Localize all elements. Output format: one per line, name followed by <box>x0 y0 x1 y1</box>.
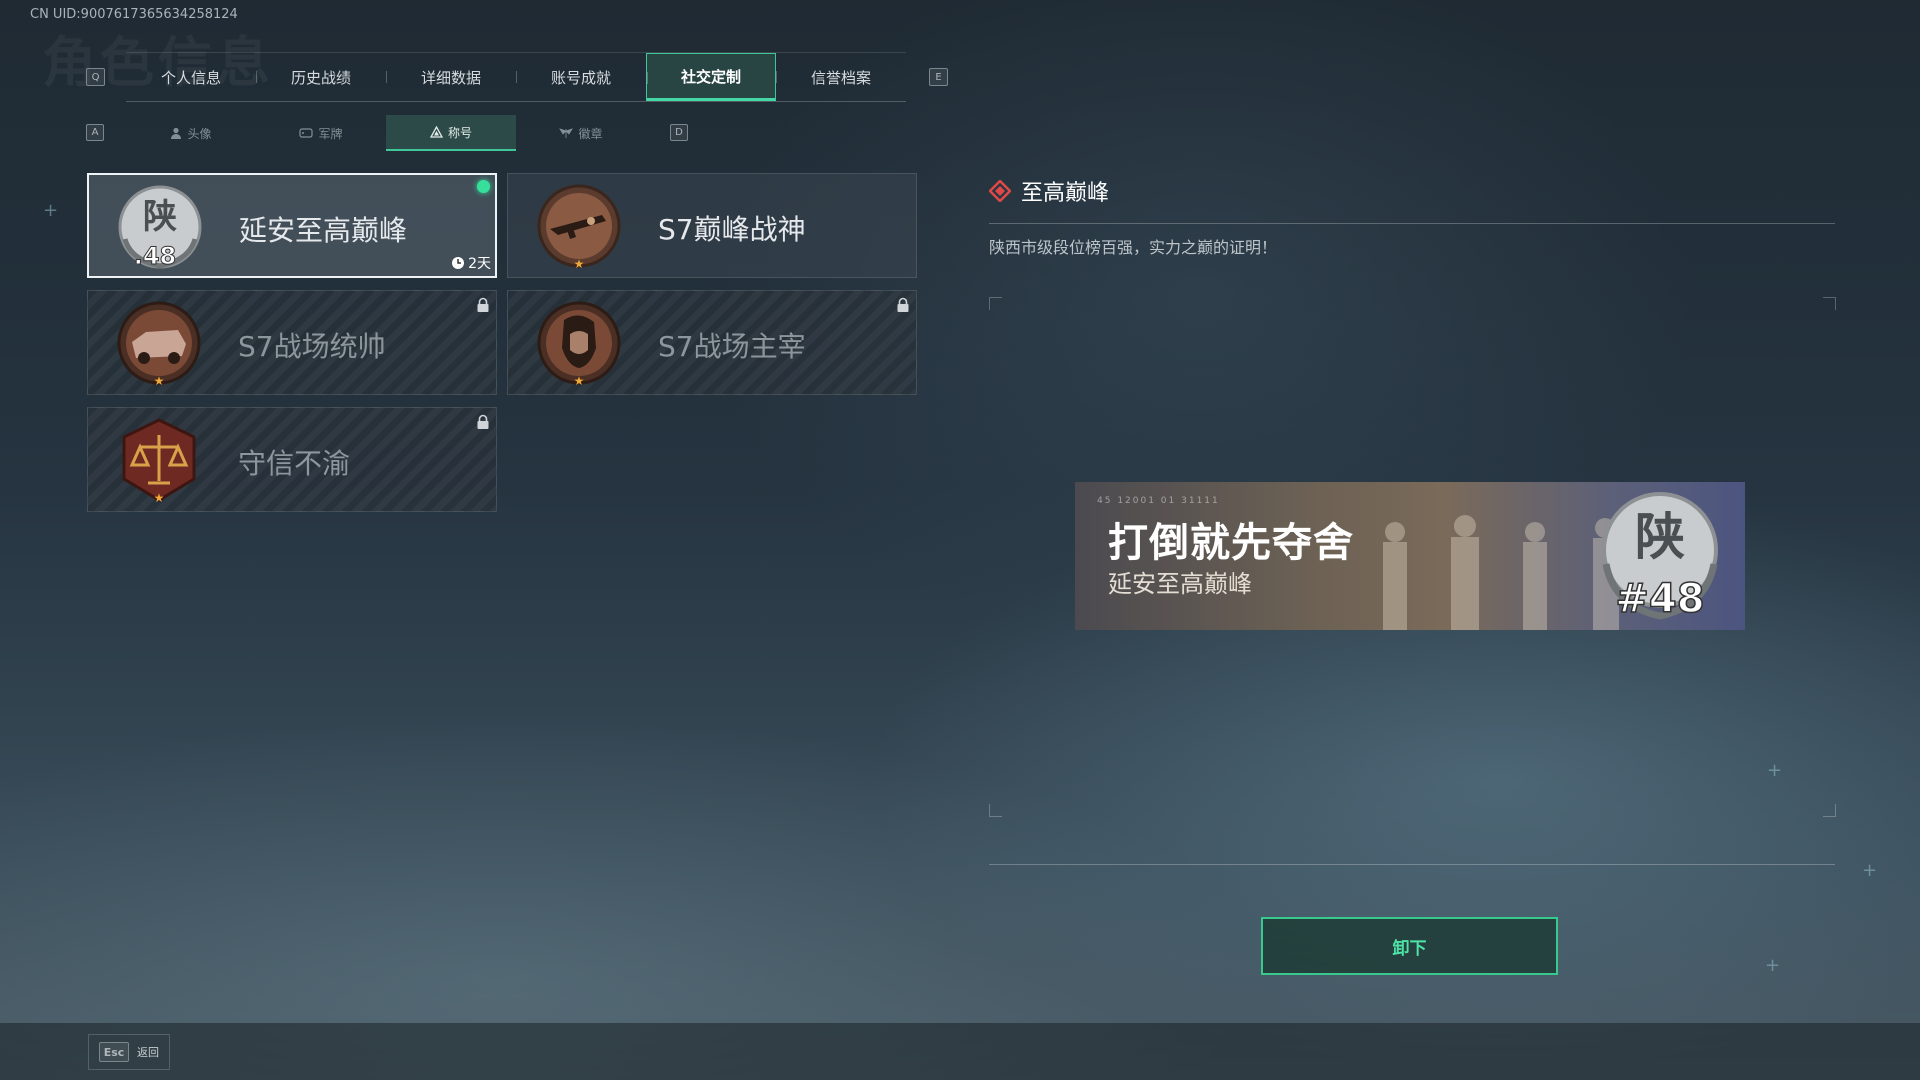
star-icon: ★ <box>153 491 165 505</box>
person-icon <box>171 127 182 139</box>
prev-subtab-key[interactable]: A <box>86 124 104 141</box>
svg-text:陕: 陕 <box>1635 507 1685 566</box>
dogtag-icon <box>299 128 314 138</box>
frame-corner <box>1823 297 1836 310</box>
title-card-keep-faith[interactable]: ★ 守信不渝 <box>87 407 497 512</box>
title-name: S7巅峰战神 <box>658 213 806 246</box>
detail-description: 陕西市级段位榜百强，实力之巅的证明！ <box>989 238 1278 257</box>
detail-title: 至高巅峰 <box>989 175 1109 207</box>
wings-icon <box>559 128 574 138</box>
title-name: 守信不渝 <box>238 447 351 480</box>
unequip-button[interactable]: 卸下 <box>1261 917 1558 975</box>
triangle-icon <box>429 126 443 138</box>
esc-key: Esc <box>99 1042 129 1062</box>
diamond-icon <box>989 180 1011 202</box>
subtab-label: 军牌 <box>318 126 343 141</box>
prev-tab-key[interactable]: Q <box>86 68 105 86</box>
title-card-s7-commander[interactable]: ★ S7战场统帅 <box>87 290 497 395</box>
title-name: S7战场主宰 <box>658 330 806 363</box>
subtab-label: 徽章 <box>578 126 603 141</box>
lock-icon <box>477 297 489 312</box>
tab-personal-info[interactable]: 个人信息 <box>126 53 256 101</box>
back-label: 返回 <box>137 1046 159 1059</box>
bottom-bar <box>0 1023 1920 1080</box>
decor-plus-icon: + <box>1767 760 1783 781</box>
shaanxi-rank-badge-icon: 陕 .48 <box>118 185 202 270</box>
top-tab-bar: Q 个人信息 历史战绩 详细数据 账号成就 社交定制 信誉档案 E <box>86 52 948 102</box>
title-name: S7战场统帅 <box>238 330 386 363</box>
back-button[interactable]: Esc 返回 <box>88 1034 170 1070</box>
frame-corner <box>1823 804 1836 817</box>
tab-reputation[interactable]: 信誉档案 <box>776 53 906 101</box>
decor-plus-icon: + <box>1862 860 1878 881</box>
subtab-label: 头像 <box>187 126 212 141</box>
divider <box>989 864 1835 865</box>
decor-plus-icon: + <box>43 200 59 221</box>
tab-detailed-stats[interactable]: 详细数据 <box>386 53 516 101</box>
tab-match-history[interactable]: 历史战绩 <box>256 53 386 101</box>
svg-text:.48: .48 <box>134 242 177 270</box>
star-icon: ★ <box>573 257 585 271</box>
frame-corner <box>989 804 1002 817</box>
decor-plus-icon: + <box>1765 955 1781 976</box>
title-card-s7-dominator[interactable]: ★ S7战场主宰 <box>507 290 917 395</box>
detail-title-text: 至高巅峰 <box>1021 181 1110 206</box>
timer-value: 2天 <box>468 256 491 272</box>
subtab-label: 称号 <box>447 125 472 140</box>
tab-achievements[interactable]: 账号成就 <box>516 53 646 101</box>
subtab-avatar[interactable]: 头像 <box>126 115 256 151</box>
shaanxi-rank-badge-icon: 陕 #48 <box>1602 492 1718 623</box>
lock-icon <box>897 297 909 312</box>
player-uid: CN UID:9007617365634258124 <box>30 7 238 22</box>
tab-social-custom[interactable]: 社交定制 <box>646 53 776 101</box>
title-card-s7-war-god[interactable]: ★ S7巅峰战神 <box>507 173 917 278</box>
clock-icon <box>452 257 465 269</box>
subtab-title[interactable]: 称号 <box>386 115 516 151</box>
title-preview-banner: 45 12001 01 31111 打倒就先夺舍 延安至高巅峰 陕 #48 <box>1075 482 1745 630</box>
title-name: 延安至高巅峰 <box>239 214 408 247</box>
banner-code: 45 12001 01 31111 <box>1097 496 1220 506</box>
next-subtab-key[interactable]: D <box>670 124 688 141</box>
lock-icon <box>477 414 489 429</box>
title-card-yanan-peak[interactable]: 陕 .48 延安至高巅峰 2天 <box>87 173 497 278</box>
next-tab-key[interactable]: E <box>929 68 948 86</box>
subtab-dogtag[interactable]: 军牌 <box>256 115 386 151</box>
svg-text:#48: #48 <box>1615 576 1704 622</box>
divider <box>989 223 1835 224</box>
banner-title: 打倒就先夺舍 <box>1108 520 1354 566</box>
star-icon: ★ <box>153 374 165 388</box>
banner-subtitle: 延安至高巅峰 <box>1108 570 1252 598</box>
svg-text:陕: 陕 <box>143 197 177 237</box>
equipped-indicator <box>477 180 490 193</box>
frame-corner <box>989 297 1002 310</box>
star-icon: ★ <box>573 374 585 388</box>
time-remaining: 2天 <box>451 253 491 273</box>
subtab-emblem[interactable]: 徽章 <box>516 115 646 151</box>
sub-tab-bar: A 头像 军牌 称号 徽章 D <box>86 115 688 151</box>
